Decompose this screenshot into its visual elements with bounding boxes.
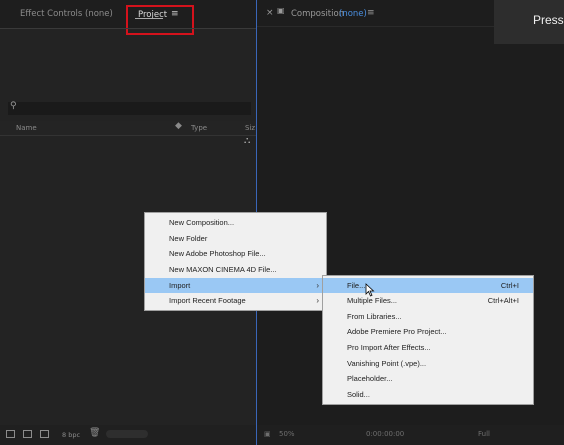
submenu-item-vanishing-point[interactable]: Vanishing Point (.vpe)... — [323, 356, 533, 371]
interpret-footage-icon[interactable] — [6, 430, 15, 438]
menu-item-label: New MAXON CINEMA 4D File... — [169, 265, 277, 274]
horizontal-scrollbar[interactable] — [106, 430, 148, 438]
submenu-item-placeholder[interactable]: Placeholder... — [323, 371, 533, 386]
submenu-arrow-icon: › — [316, 281, 319, 290]
zoom-select[interactable]: 50% — [279, 430, 295, 438]
flowchart-icon[interactable]: ⛬ — [244, 136, 250, 146]
tab-composition[interactable]: Composition — [291, 9, 344, 19]
new-folder-icon[interactable] — [23, 430, 32, 438]
menu-shortcut: Ctrl+Alt+I — [487, 296, 519, 305]
column-size[interactable]: Siz — [245, 124, 255, 132]
submenu-item-multiple-files[interactable]: Multiple Files... Ctrl+Alt+I — [323, 293, 533, 308]
composition-bottom-bar — [257, 425, 564, 445]
trash-icon[interactable]: 🗑 — [89, 428, 100, 438]
menu-item-new-photoshop-file[interactable]: New Adobe Photoshop File... — [145, 246, 326, 261]
submenu-item-pro-import[interactable]: Pro Import After Effects... — [323, 340, 533, 355]
always-preview-icon[interactable]: ▣ — [264, 430, 271, 438]
divider — [0, 28, 256, 29]
column-header — [0, 121, 256, 136]
caption-text: Press — [533, 13, 564, 27]
submenu-item-premiere-project[interactable]: Adobe Premiere Pro Project... — [323, 324, 533, 339]
menu-item-new-folder[interactable]: New Folder — [145, 231, 326, 246]
submenu-item-file[interactable]: File... Ctrl+I — [323, 278, 533, 293]
menu-item-import-recent-footage[interactable]: Import Recent Footage › — [145, 293, 326, 308]
menu-shortcut: Ctrl+I — [500, 281, 519, 290]
menu-item-label: Vanishing Point (.vpe)... — [347, 359, 427, 368]
menu-item-label: New Composition... — [169, 218, 235, 227]
submenu-item-from-libraries[interactable]: From Libraries... — [323, 309, 533, 324]
menu-item-label: File... — [347, 281, 366, 290]
mouse-cursor-icon — [365, 283, 375, 297]
menu-item-label: Placeholder... — [347, 374, 393, 383]
column-name[interactable]: Name — [16, 124, 37, 132]
submenu-item-solid[interactable]: Solid... — [323, 387, 533, 402]
menu-item-label: Pro Import After Effects... — [347, 343, 431, 352]
new-composition-icon[interactable] — [40, 430, 49, 438]
menu-item-new-cinema4d-file[interactable]: New MAXON CINEMA 4D File... — [145, 262, 326, 277]
label-tag-icon[interactable]: ◆ — [175, 121, 182, 131]
column-type[interactable]: Type — [191, 124, 207, 132]
tab-project[interactable]: Project ≡ — [126, 5, 194, 35]
submenu-arrow-icon: › — [316, 296, 319, 305]
menu-item-label: Import Recent Footage — [169, 296, 246, 305]
menu-item-label: Import — [169, 281, 191, 290]
panel-menu-icon[interactable]: ≡ — [171, 9, 179, 19]
import-submenu: File... Ctrl+I Multiple Files... Ctrl+Alt+… — [322, 275, 534, 405]
menu-item-label: New Folder — [169, 234, 208, 243]
menu-item-new-composition[interactable]: New Composition... — [145, 215, 326, 230]
bit-depth-button[interactable]: 8 bpc — [62, 431, 80, 439]
tab-effect-controls[interactable]: Effect Controls (none) — [20, 9, 113, 19]
active-tab-underline — [135, 18, 163, 19]
context-menu: New Composition... New Folder New Adobe … — [144, 212, 327, 311]
resolution-select[interactable]: Full — [478, 430, 490, 438]
lock-icon[interactable]: ▣ — [277, 6, 285, 15]
menu-item-import[interactable]: Import › — [145, 278, 326, 293]
close-icon[interactable]: × — [266, 8, 274, 18]
menu-item-label: From Libraries... — [347, 312, 402, 321]
search-input[interactable] — [8, 102, 251, 115]
composition-name: (none) — [339, 9, 367, 19]
menu-item-label: New Adobe Photoshop File... — [169, 249, 266, 258]
menu-item-label: Solid... — [347, 390, 370, 399]
timecode[interactable]: 0:00:00:00 — [366, 430, 404, 438]
search-icon: ⚲ — [10, 101, 17, 111]
menu-item-label: Adobe Premiere Pro Project... — [347, 327, 447, 336]
panel-menu-icon[interactable]: ≡ — [367, 8, 375, 18]
